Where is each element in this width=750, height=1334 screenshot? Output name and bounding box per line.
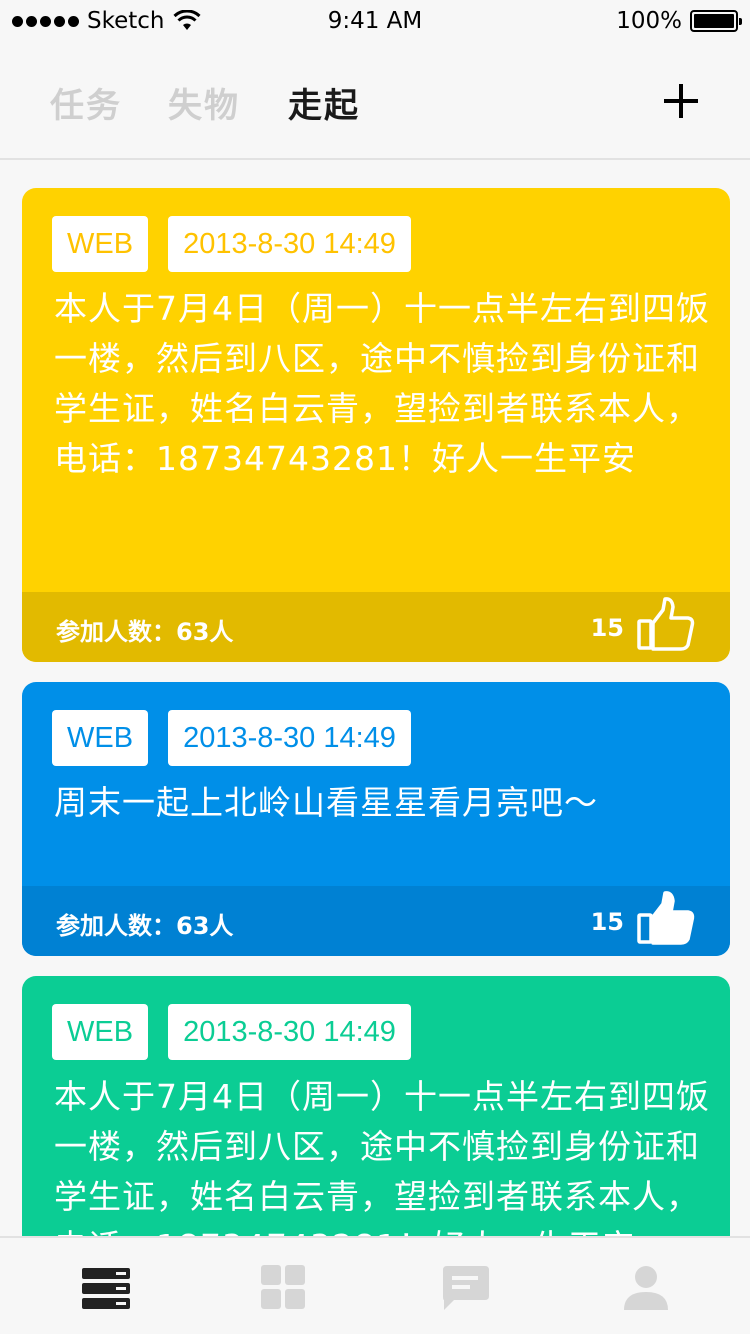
datetime-tag: 2013-8-30 14:49 [168,710,411,766]
bottom-tab-bar [0,1236,750,1334]
battery-percent: 100% [616,8,682,34]
like-count: 15 [590,908,624,936]
source-tag: WEB [52,1004,149,1060]
chat-icon[interactable] [440,1264,492,1312]
status-right: 100% [616,8,742,34]
tab-lost-items[interactable]: 失物 [168,78,240,127]
top-nav: 任务 失物 走起 [0,40,750,160]
source-tag: WEB [52,710,149,766]
card-tags: WEB 2013-8-30 14:49 [52,710,411,766]
list-icon[interactable] [80,1264,132,1312]
card-tags: WEB 2013-8-30 14:49 [52,1004,411,1060]
like-count: 15 [590,614,624,642]
source-tag: WEB [52,216,149,272]
card-text: 周末一起上北岭山看星星看月亮吧～ [54,783,598,822]
tab-go-out[interactable]: 走起 [288,78,360,127]
card-footer: 参加人数：63人 15 [22,592,730,662]
thumbs-up-filled-icon[interactable] [636,890,696,946]
thumbs-up-outline-icon[interactable] [636,596,696,652]
activity-card[interactable]: WEB 2013-8-30 14:49 周末一起上北岭山看星星看月亮吧～ 参加人… [22,682,730,956]
card-footer: 参加人数：63人 15 [22,886,730,956]
card-tags: WEB 2013-8-30 14:49 [52,216,411,272]
grid-icon[interactable] [258,1264,310,1312]
participant-count: 参加人数：63人 [56,912,234,940]
tab-tasks[interactable]: 任务 [50,78,122,127]
datetime-tag: 2013-8-30 14:49 [168,1004,411,1060]
user-icon[interactable] [620,1264,672,1312]
activity-feed[interactable]: WEB 2013-8-30 14:49 本人于7月4日（周一）十一点半左右到四饭… [0,162,750,1236]
plus-icon[interactable] [664,84,698,118]
participant-count: 参加人数：63人 [56,618,234,646]
datetime-tag: 2013-8-30 14:49 [168,216,411,272]
card-text: 本人于7月4日（周一）十一点半左右到四饭一楼，然后到八区，途中不慎捡到身份证和学… [54,1077,710,1236]
battery-icon [690,10,742,32]
activity-card[interactable]: WEB 2013-8-30 14:49 本人于7月4日（周一）十一点半左右到四饭… [22,976,730,1236]
card-text: 本人于7月4日（周一）十一点半左右到四饭一楼，然后到八区，途中不慎捡到身份证和学… [54,289,710,478]
status-bar: Sketch 9:41 AM 100% [0,0,750,40]
activity-card[interactable]: WEB 2013-8-30 14:49 本人于7月4日（周一）十一点半左右到四饭… [22,188,730,662]
